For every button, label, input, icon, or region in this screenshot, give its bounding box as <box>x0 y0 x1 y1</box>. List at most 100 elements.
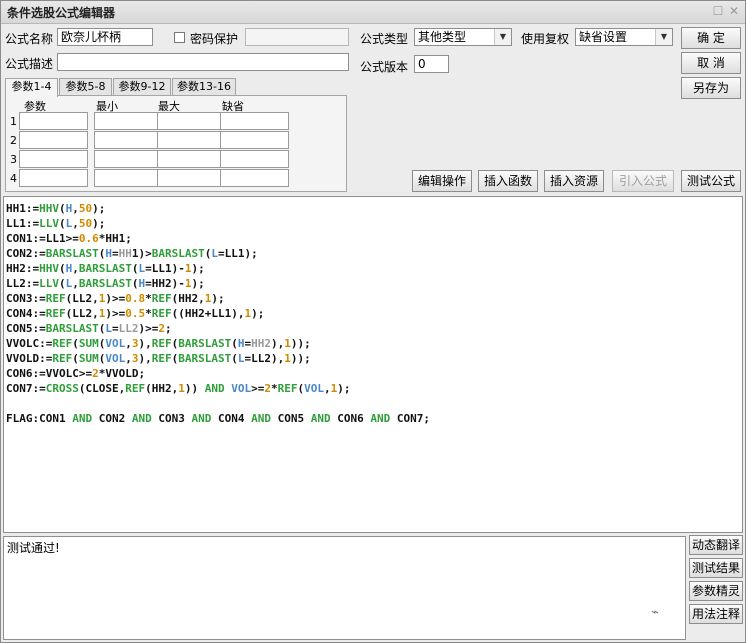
password-field[interactable] <box>245 28 349 46</box>
param-3-default-cell[interactable] <box>220 150 289 168</box>
param-table: 参数 最小 最大 缺省 1 2 3 4 <box>5 95 347 192</box>
code-token: := <box>32 292 46 305</box>
param-2-default-cell[interactable] <box>220 131 289 149</box>
restore-select[interactable]: 缺省设置 ▼ <box>575 28 673 46</box>
param-2-name-cell[interactable] <box>19 131 88 149</box>
formula-type-select[interactable]: 其他类型 ▼ <box>414 28 512 46</box>
code-token: ( <box>72 352 79 365</box>
param-4-default-cell[interactable] <box>220 169 289 187</box>
tab-params-13-16[interactable]: 参数13-16 <box>172 78 236 96</box>
code-token: ; <box>164 322 172 335</box>
code-token: L <box>105 322 112 335</box>
cancel-button[interactable]: 取 消 <box>681 52 741 74</box>
code-token: CON6 <box>330 412 371 425</box>
edit-operations-button[interactable]: 编辑操作 <box>412 170 472 192</box>
insert-function-button[interactable]: 插入函数 <box>478 170 538 192</box>
code-token: AND <box>310 412 331 425</box>
formula-name-field[interactable]: 欧奈儿杯柄 <box>57 28 153 46</box>
formula-code: HH1:=HHV(H,50); LL1:=LLV(L,50); CON1:=LL1>… <box>6 201 430 426</box>
code-token: ); <box>92 217 106 230</box>
code-token: CON7 <box>6 382 33 395</box>
code-token: VOL <box>231 382 252 395</box>
code-token: ); <box>92 202 106 215</box>
chevron-down-icon[interactable]: ▼ <box>494 29 511 45</box>
code-token: REF <box>52 337 73 350</box>
code-token: LL2 <box>118 322 139 335</box>
code-token: SUM <box>78 337 99 350</box>
code-token: REF <box>151 292 172 305</box>
formula-version-field[interactable]: 0 <box>414 55 449 73</box>
code-token: CON6 <box>6 367 33 380</box>
save-as-button[interactable]: 另存为 <box>681 77 741 99</box>
dynamic-translate-button[interactable]: 动态翻译 <box>689 535 743 555</box>
code-token: ), <box>270 337 285 350</box>
code-token: := <box>25 262 40 275</box>
param-1-min-cell[interactable] <box>94 112 163 130</box>
param-3-name-cell[interactable] <box>19 150 88 168</box>
param-2-min-cell[interactable] <box>94 131 163 149</box>
code-token: )) <box>184 382 205 395</box>
param-4-name-cell[interactable] <box>19 169 88 187</box>
close-icon[interactable]: ✕ <box>728 5 740 17</box>
formula-code-editor[interactable]: HH1:=HHV(H,50); LL1:=LLV(L,50); CON1:=LL1>… <box>3 196 743 533</box>
code-token: CON2 <box>92 412 132 425</box>
import-formula-button[interactable]: 引入公式 <box>612 170 674 192</box>
param-1-max-cell[interactable] <box>157 112 226 130</box>
code-token: AND <box>131 412 152 425</box>
code-token: =HH2)- <box>145 277 185 290</box>
param-wizard-button[interactable]: 参数精灵 <box>689 581 743 601</box>
restore-icon[interactable]: ☐ <box>712 5 724 17</box>
param-4-min-cell[interactable] <box>94 169 163 187</box>
chevron-down-icon[interactable]: ▼ <box>655 29 672 45</box>
code-token: AND <box>204 382 225 395</box>
code-token: VVOLC <box>6 337 40 350</box>
code-token: REF <box>151 307 172 320</box>
tab-params-1-4[interactable]: 参数1-4 <box>5 78 58 97</box>
code-token: CON5 <box>6 322 33 335</box>
code-token: *HH1; <box>98 232 132 245</box>
password-checkbox[interactable] <box>174 32 185 43</box>
param-1-name-cell[interactable] <box>19 112 88 130</box>
code-token: BARSLAST <box>45 247 99 260</box>
insert-resource-button[interactable]: 插入资源 <box>544 170 604 192</box>
code-token: := <box>39 337 53 350</box>
code-token: AND <box>370 412 391 425</box>
code-token: AND <box>191 412 212 425</box>
code-token: , <box>125 337 132 350</box>
code-token: := <box>25 217 40 230</box>
title-bar: 条件选股公式编辑器 ☐ ✕ <box>1 1 745 24</box>
formula-desc-field[interactable] <box>57 53 349 71</box>
param-3-min-cell[interactable] <box>94 150 163 168</box>
code-token: , <box>72 277 79 290</box>
test-formula-button[interactable]: 测试公式 <box>681 170 741 192</box>
code-token: BARSLAST <box>78 262 132 275</box>
code-token: ( <box>231 352 238 365</box>
code-token: REF <box>45 292 66 305</box>
code-token: , <box>324 382 331 395</box>
code-token: )>= <box>105 307 126 320</box>
formula-version-label: 公式版本 <box>360 60 409 74</box>
code-token: := <box>39 352 53 365</box>
code-token: (LL2, <box>65 307 99 320</box>
usage-notes-button[interactable]: 用法注释 <box>689 604 743 624</box>
tab-params-5-8[interactable]: 参数5-8 <box>59 78 112 96</box>
code-token: CON2 <box>6 247 33 260</box>
code-token: ( <box>59 262 66 275</box>
param-1-default-cell[interactable] <box>220 112 289 130</box>
tab-params-9-12[interactable]: 参数9-12 <box>113 78 171 96</box>
code-line: CON1:=LL1>=0.6*HH1; <box>6 231 430 246</box>
test-result-button[interactable]: 测试结果 <box>689 558 743 578</box>
code-token: BARSLAST <box>78 277 132 290</box>
param-2-max-cell[interactable] <box>157 131 226 149</box>
code-token: ), <box>138 352 152 365</box>
code-token: CON4 <box>211 412 252 425</box>
param-4-max-cell[interactable] <box>157 169 226 187</box>
code-token: CON7; <box>390 412 430 425</box>
ok-button[interactable]: 确 定 <box>681 27 741 49</box>
code-token: REF <box>277 382 298 395</box>
window-title: 条件选股公式编辑器 <box>7 6 116 20</box>
code-token: := <box>32 247 46 260</box>
code-token: (HH2, <box>145 382 179 395</box>
param-3-max-cell[interactable] <box>157 150 226 168</box>
param-row-number: 4 <box>10 172 17 185</box>
